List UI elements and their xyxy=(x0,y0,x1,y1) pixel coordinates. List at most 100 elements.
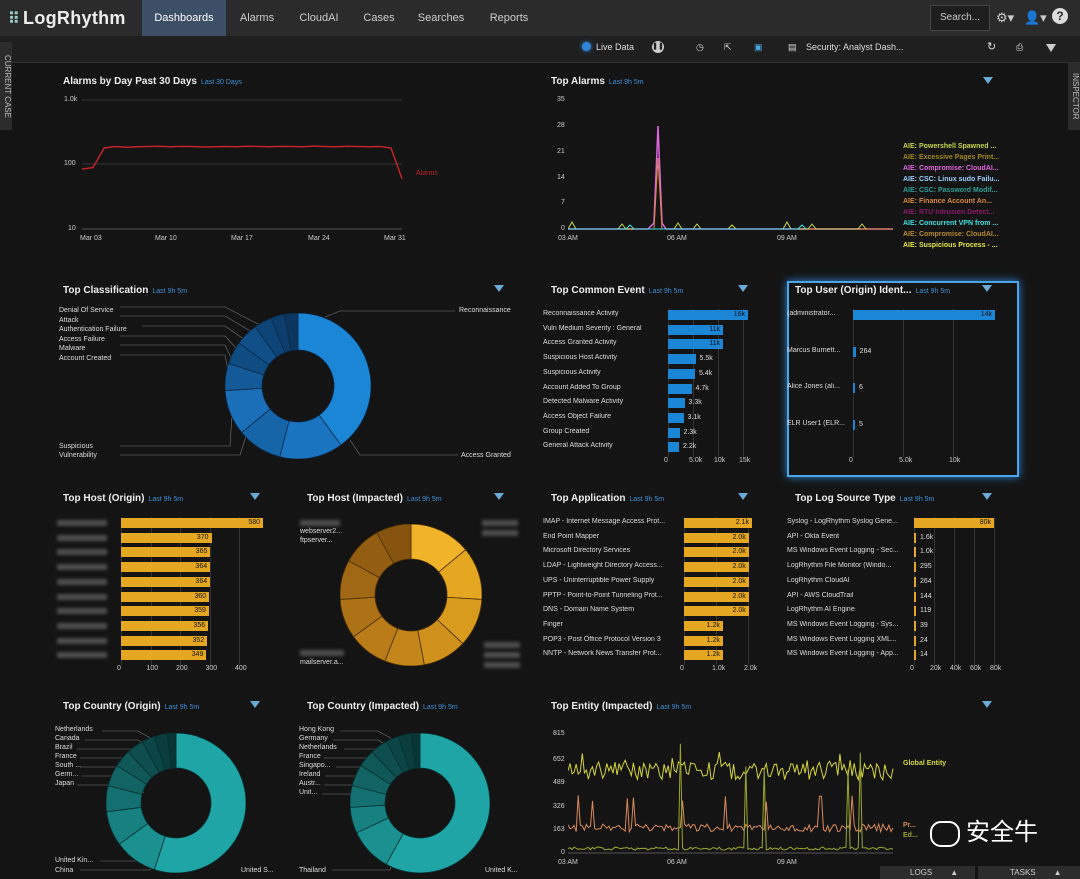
bar[interactable] xyxy=(668,383,692,394)
bar-value: 39 xyxy=(920,621,928,629)
x-tick: Mar 17 xyxy=(231,235,253,242)
inspector-side-tab[interactable]: INSPECTOR xyxy=(1068,62,1080,130)
bar[interactable] xyxy=(914,547,916,558)
bar[interactable] xyxy=(914,591,916,602)
panel-subtitle: Last 9h 5m xyxy=(629,496,665,503)
bar[interactable] xyxy=(668,398,685,409)
bar-value: 24 xyxy=(920,636,928,644)
settings-sliders-icon[interactable]: ⚙▾ xyxy=(996,10,1014,26)
live-data-toggle[interactable]: Live Data xyxy=(596,42,634,52)
x-tick: 20k xyxy=(930,665,942,672)
bar[interactable] xyxy=(668,368,695,379)
bar[interactable] xyxy=(914,532,916,543)
top-host-impacted-filter-icon[interactable] xyxy=(494,493,504,500)
refresh-icon[interactable]: ↻ xyxy=(987,40,996,53)
bar-value: 11k xyxy=(709,325,720,333)
panel-title-text: Top Common Event xyxy=(551,285,645,296)
bar[interactable] xyxy=(914,620,916,631)
top-host-origin-filter-icon[interactable] xyxy=(250,493,260,500)
logs-drawer-tab[interactable]: LOGS ▲ xyxy=(880,866,975,879)
panel-title-alarms-by-day: Alarms by Day Past 30 Days Last 30 Days xyxy=(63,76,242,87)
bar[interactable] xyxy=(914,576,916,587)
bar-label: General Attack Activity xyxy=(543,442,613,450)
bar[interactable] xyxy=(853,346,856,357)
top-common-event-filter-icon[interactable] xyxy=(738,285,748,292)
print-icon[interactable]: ⎙ xyxy=(1016,42,1023,53)
current-case-side-tab[interactable]: CURRENT CASE xyxy=(0,42,12,130)
x-tick: 1.0k xyxy=(712,665,726,672)
redacted-host-label xyxy=(484,652,520,658)
nav-tab-alarms[interactable]: Alarms xyxy=(226,0,288,36)
bar-label: LDAP - Lightweight Directory Access... xyxy=(543,562,663,570)
top-user-origin-filter-icon[interactable] xyxy=(982,285,992,292)
x-tick: 5.0k xyxy=(899,457,913,464)
bar-value: 364 xyxy=(195,577,208,585)
top-country-origin-filter-icon[interactable] xyxy=(250,701,260,708)
panel-title-text: Top Application xyxy=(551,493,626,504)
bar-value: 2.0k xyxy=(732,548,746,556)
bar[interactable] xyxy=(853,419,855,430)
bar-label: Marcus Burnett... xyxy=(787,346,841,354)
layout-name-selector[interactable]: Security: Analyst Dash... xyxy=(806,42,904,52)
entity-legend-item: Pr... xyxy=(903,822,916,829)
global-search-input[interactable]: Search... xyxy=(930,5,990,31)
x-tick: 300 xyxy=(205,665,218,672)
redacted-host-label xyxy=(482,530,518,536)
logrhythm-logo[interactable]: ⠿ LogRhythm xyxy=(8,8,126,29)
bar-value: 2.2k xyxy=(683,443,697,451)
panel-subtitle: Last 9h 5m xyxy=(899,496,935,503)
bar[interactable] xyxy=(853,383,855,393)
top-log-source-type-filter-icon[interactable] xyxy=(982,493,992,500)
nav-tab-cloudai[interactable]: CloudAI xyxy=(288,0,350,36)
top-entity-impacted-filter-icon[interactable] xyxy=(982,701,992,708)
bar-value: 16k xyxy=(733,311,745,318)
top-alarms-filter-icon[interactable] xyxy=(983,77,993,84)
bar[interactable] xyxy=(914,650,916,661)
clock-icon[interactable]: ◷ xyxy=(696,42,704,53)
bar[interactable] xyxy=(914,635,916,646)
grid-line xyxy=(953,309,954,457)
bar-value: 2.1k xyxy=(735,519,749,526)
help-icon[interactable]: ? xyxy=(1052,8,1068,24)
pause-icon[interactable]: ❚❚ xyxy=(652,41,664,53)
panel-title-text: Top User (Origin) Ident... xyxy=(795,285,912,296)
panel-title-text: Top Host (Origin) xyxy=(63,493,145,504)
user-icon[interactable]: 👤▾ xyxy=(1024,10,1047,26)
y-tick: 1.0k xyxy=(64,96,78,103)
panel-title-top-host-impacted: Top Host (Impacted) Last 9h 5m xyxy=(307,493,442,504)
filter-icon[interactable] xyxy=(1046,44,1056,52)
bar-label: NNTP - Network News Transfer Prot... xyxy=(543,650,662,658)
bar[interactable] xyxy=(668,412,684,423)
logo-dots-icon: ⠿ xyxy=(8,11,21,28)
bar-label: DNS - Domain Name System xyxy=(543,606,635,614)
top-alarms-legend-item: AIE: Powershell Spawned ... xyxy=(903,143,997,150)
nav-tab-reports[interactable]: Reports xyxy=(474,0,544,36)
bar-label: Account Added To Group xyxy=(543,383,621,391)
nav-tab-searches[interactable]: Searches xyxy=(408,0,474,36)
top-application-filter-icon[interactable] xyxy=(738,493,748,500)
bar-label: POP3 - Post Office Protocol Version 3 xyxy=(543,635,661,643)
share-icon[interactable]: ⇱ xyxy=(724,42,732,53)
layout-icon: ▤ xyxy=(788,42,797,52)
bar[interactable] xyxy=(668,442,679,453)
bar-value: 1.2k xyxy=(706,621,720,629)
bar[interactable] xyxy=(668,354,696,365)
bar[interactable] xyxy=(914,606,916,617)
x-tick: 06 AM xyxy=(667,235,687,242)
save-icon[interactable]: ▣ xyxy=(754,42,763,53)
pie-label: Authentication Failure xyxy=(59,326,127,334)
panel-title-top-user-origin: Top User (Origin) Ident... Last 9h 5m xyxy=(795,285,950,296)
bar-value: 2.0k xyxy=(732,607,746,615)
nav-tab-cases[interactable]: Cases xyxy=(350,0,408,36)
bar-value: 5.4k xyxy=(699,369,713,377)
top-classification-filter-icon[interactable] xyxy=(494,285,504,292)
alarms-legend: Alarms xyxy=(416,170,438,177)
top-alarms-legend-item: AIE: Finance Account An... xyxy=(903,198,992,205)
bar[interactable] xyxy=(668,427,680,438)
bar[interactable] xyxy=(914,562,916,573)
tasks-drawer-tab[interactable]: TASKS ▲ xyxy=(978,866,1080,879)
nav-tab-dashboards[interactable]: Dashboards xyxy=(142,0,226,36)
x-tick: 0 xyxy=(910,665,914,672)
bar-value: 2.0k xyxy=(732,577,746,585)
pie-label: Denial Of Service xyxy=(59,307,114,314)
